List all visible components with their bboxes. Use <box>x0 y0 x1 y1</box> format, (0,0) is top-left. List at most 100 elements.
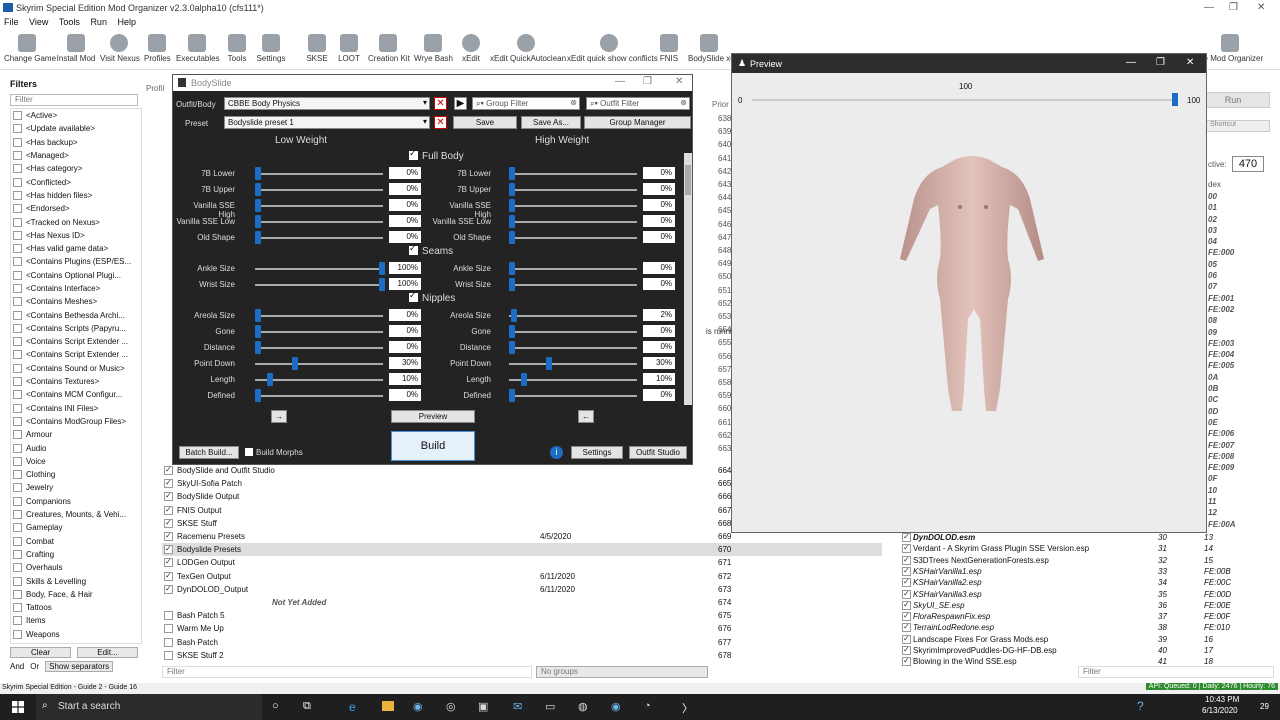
slider-value-high[interactable]: 0% <box>643 262 675 274</box>
filter-checkbox[interactable] <box>13 496 22 506</box>
toolbar-tools[interactable]: Tools <box>226 32 248 63</box>
slider-track-low[interactable] <box>255 189 383 191</box>
slider-track-high[interactable] <box>509 237 637 239</box>
slider-track-low[interactable] <box>255 221 383 223</box>
slider-thumb-low[interactable] <box>255 167 261 180</box>
plugin-checkbox[interactable] <box>902 622 911 633</box>
menu-tools[interactable]: Tools <box>55 16 84 28</box>
slider-value-low[interactable]: 100% <box>389 262 421 274</box>
filter-checkbox[interactable] <box>13 244 22 254</box>
settings-button[interactable]: Settings <box>571 446 623 459</box>
filter-checkbox[interactable] <box>13 151 22 161</box>
slider-value-high[interactable]: 0% <box>643 231 675 243</box>
slider-value-low[interactable]: 0% <box>389 325 421 337</box>
slider-track-low[interactable] <box>255 331 383 333</box>
filter-item[interactable]: <Conflicted> <box>11 175 141 188</box>
filter-checkbox[interactable] <box>13 430 22 440</box>
bodyslide-minimize-button[interactable]: — <box>615 76 625 87</box>
slider-track-high[interactable] <box>509 268 637 270</box>
plugin-filter-input[interactable]: Filter <box>1078 666 1274 678</box>
copy-right-to-left-button[interactable]: ← <box>578 410 594 423</box>
group-manager-button[interactable]: Group Manager <box>584 116 691 129</box>
slider-thumb-high[interactable] <box>509 389 515 402</box>
slider-thumb-low[interactable] <box>255 183 261 196</box>
section-checkbox[interactable] <box>409 149 418 160</box>
plugin-row[interactable]: DynDOLOD.esm 30 13 <box>898 532 1274 543</box>
preset-delete-icon[interactable]: ✕ <box>434 116 447 129</box>
slider-value-high[interactable]: 0% <box>643 278 675 290</box>
terminal-icon[interactable]: 〉 <box>682 700 693 716</box>
section-header[interactable]: Seams <box>409 243 453 257</box>
plugin-row[interactable]: SkyrimImprovedPuddles-DG-HF-DB.esp 40 17 <box>898 645 1274 656</box>
filter-item[interactable]: Body, Face, & Hair <box>11 588 141 601</box>
toolbar-executables[interactable]: Executables <box>176 32 220 63</box>
slider-track-high[interactable] <box>509 395 637 397</box>
maximize-button[interactable]: ❐ <box>1229 2 1238 13</box>
mod-row[interactable]: SKSE Stuff 2 678 <box>162 649 882 662</box>
clear-filters-button[interactable]: Clear <box>10 647 71 658</box>
slider-value-low[interactable]: 0% <box>389 309 421 321</box>
slider-track-low[interactable] <box>255 347 383 349</box>
slider-thumb-low[interactable] <box>255 309 261 322</box>
slider-thumb-high[interactable] <box>509 278 515 291</box>
slider-value-low[interactable]: 0% <box>389 183 421 195</box>
slider-value-low[interactable]: 0% <box>389 341 421 353</box>
filter-checkbox[interactable] <box>13 164 22 174</box>
filter-checkbox[interactable] <box>13 204 22 214</box>
slider-track-high[interactable] <box>509 221 637 223</box>
filter-item[interactable]: <Contains Textures> <box>11 375 141 388</box>
slider-thumb-low[interactable] <box>255 231 261 244</box>
save-as-button[interactable]: Save As... <box>521 116 581 129</box>
menu-view[interactable]: View <box>25 16 52 28</box>
toolbar-visit-nexus[interactable]: Visit Nexus <box>100 32 140 63</box>
slider-value-high[interactable]: 0% <box>643 389 675 401</box>
clear-icon[interactable]: ⊗ <box>680 98 687 107</box>
filter-item[interactable]: <Managed> <box>11 149 141 162</box>
filter-checkbox[interactable] <box>13 190 22 200</box>
windows-start-icon[interactable] <box>12 701 24 713</box>
save-button[interactable]: Save <box>453 116 517 129</box>
filter-item[interactable]: <Has Nexus ID> <box>11 229 141 242</box>
mod-checkbox[interactable] <box>164 611 173 621</box>
filter-item[interactable]: <Contains Interface> <box>11 282 141 295</box>
plugin-row[interactable]: KSHairVanilla2.esp 34 FE:00C <box>898 577 1274 588</box>
filters-search-input[interactable]: Filter <box>10 94 138 106</box>
filter-checkbox[interactable] <box>13 363 22 373</box>
filter-item[interactable]: Crafting <box>11 548 141 561</box>
filter-item[interactable]: Clothing <box>11 468 141 481</box>
slider-thumb-high[interactable] <box>509 167 515 180</box>
section-checkbox[interactable] <box>409 243 418 255</box>
app-icon[interactable]: ◎ <box>446 700 456 713</box>
filter-item[interactable]: <Contains Plugins (ESP/ES... <box>11 255 141 268</box>
mod-row[interactable]: Warm Me Up 676 <box>162 622 882 635</box>
slider-thumb-high[interactable] <box>509 215 515 228</box>
filters-list[interactable]: <Active> <Update available> <Has backup> <M… <box>10 108 142 644</box>
or-radio[interactable]: Or <box>30 662 39 671</box>
plugin-checkbox[interactable] <box>902 611 911 622</box>
slider-thumb-high[interactable] <box>509 325 515 338</box>
plugin-row[interactable]: KSHairVanilla3.esp 35 FE:00D <box>898 589 1274 600</box>
section-checkbox[interactable] <box>409 290 418 302</box>
plugin-row[interactable]: S3DTrees NextGenerationForests.esp 32 15 <box>898 555 1274 566</box>
slider-thumb-high[interactable] <box>509 183 515 196</box>
mod-checkbox[interactable] <box>164 531 173 542</box>
section-header[interactable]: Full Body <box>409 149 464 162</box>
filter-item[interactable]: <Contains Script Extender ... <box>11 348 141 361</box>
mod-checkbox[interactable] <box>164 650 173 660</box>
slider-thumb-low[interactable] <box>267 373 274 386</box>
slider-value-high[interactable]: 0% <box>643 183 675 195</box>
build-button[interactable]: Build <box>391 431 475 461</box>
mod-row[interactable]: Bash Patch 677 <box>162 636 882 649</box>
slider-thumb-low[interactable] <box>255 389 261 402</box>
mod-checkbox[interactable] <box>164 465 173 476</box>
mod-checkbox[interactable] <box>164 518 173 528</box>
slider-value-low[interactable]: 0% <box>389 215 421 227</box>
slider-thumb-high[interactable] <box>546 357 553 370</box>
plugin-checkbox[interactable] <box>902 543 911 554</box>
toolbar-bodyslide[interactable]: BodySlide x64 <box>688 32 739 63</box>
slider-track-high[interactable] <box>509 173 637 175</box>
copy-left-to-right-button[interactable]: → <box>271 410 287 423</box>
slider-track-low[interactable] <box>255 379 383 381</box>
slider-track-low[interactable] <box>255 268 383 270</box>
filter-checkbox[interactable] <box>13 629 22 639</box>
